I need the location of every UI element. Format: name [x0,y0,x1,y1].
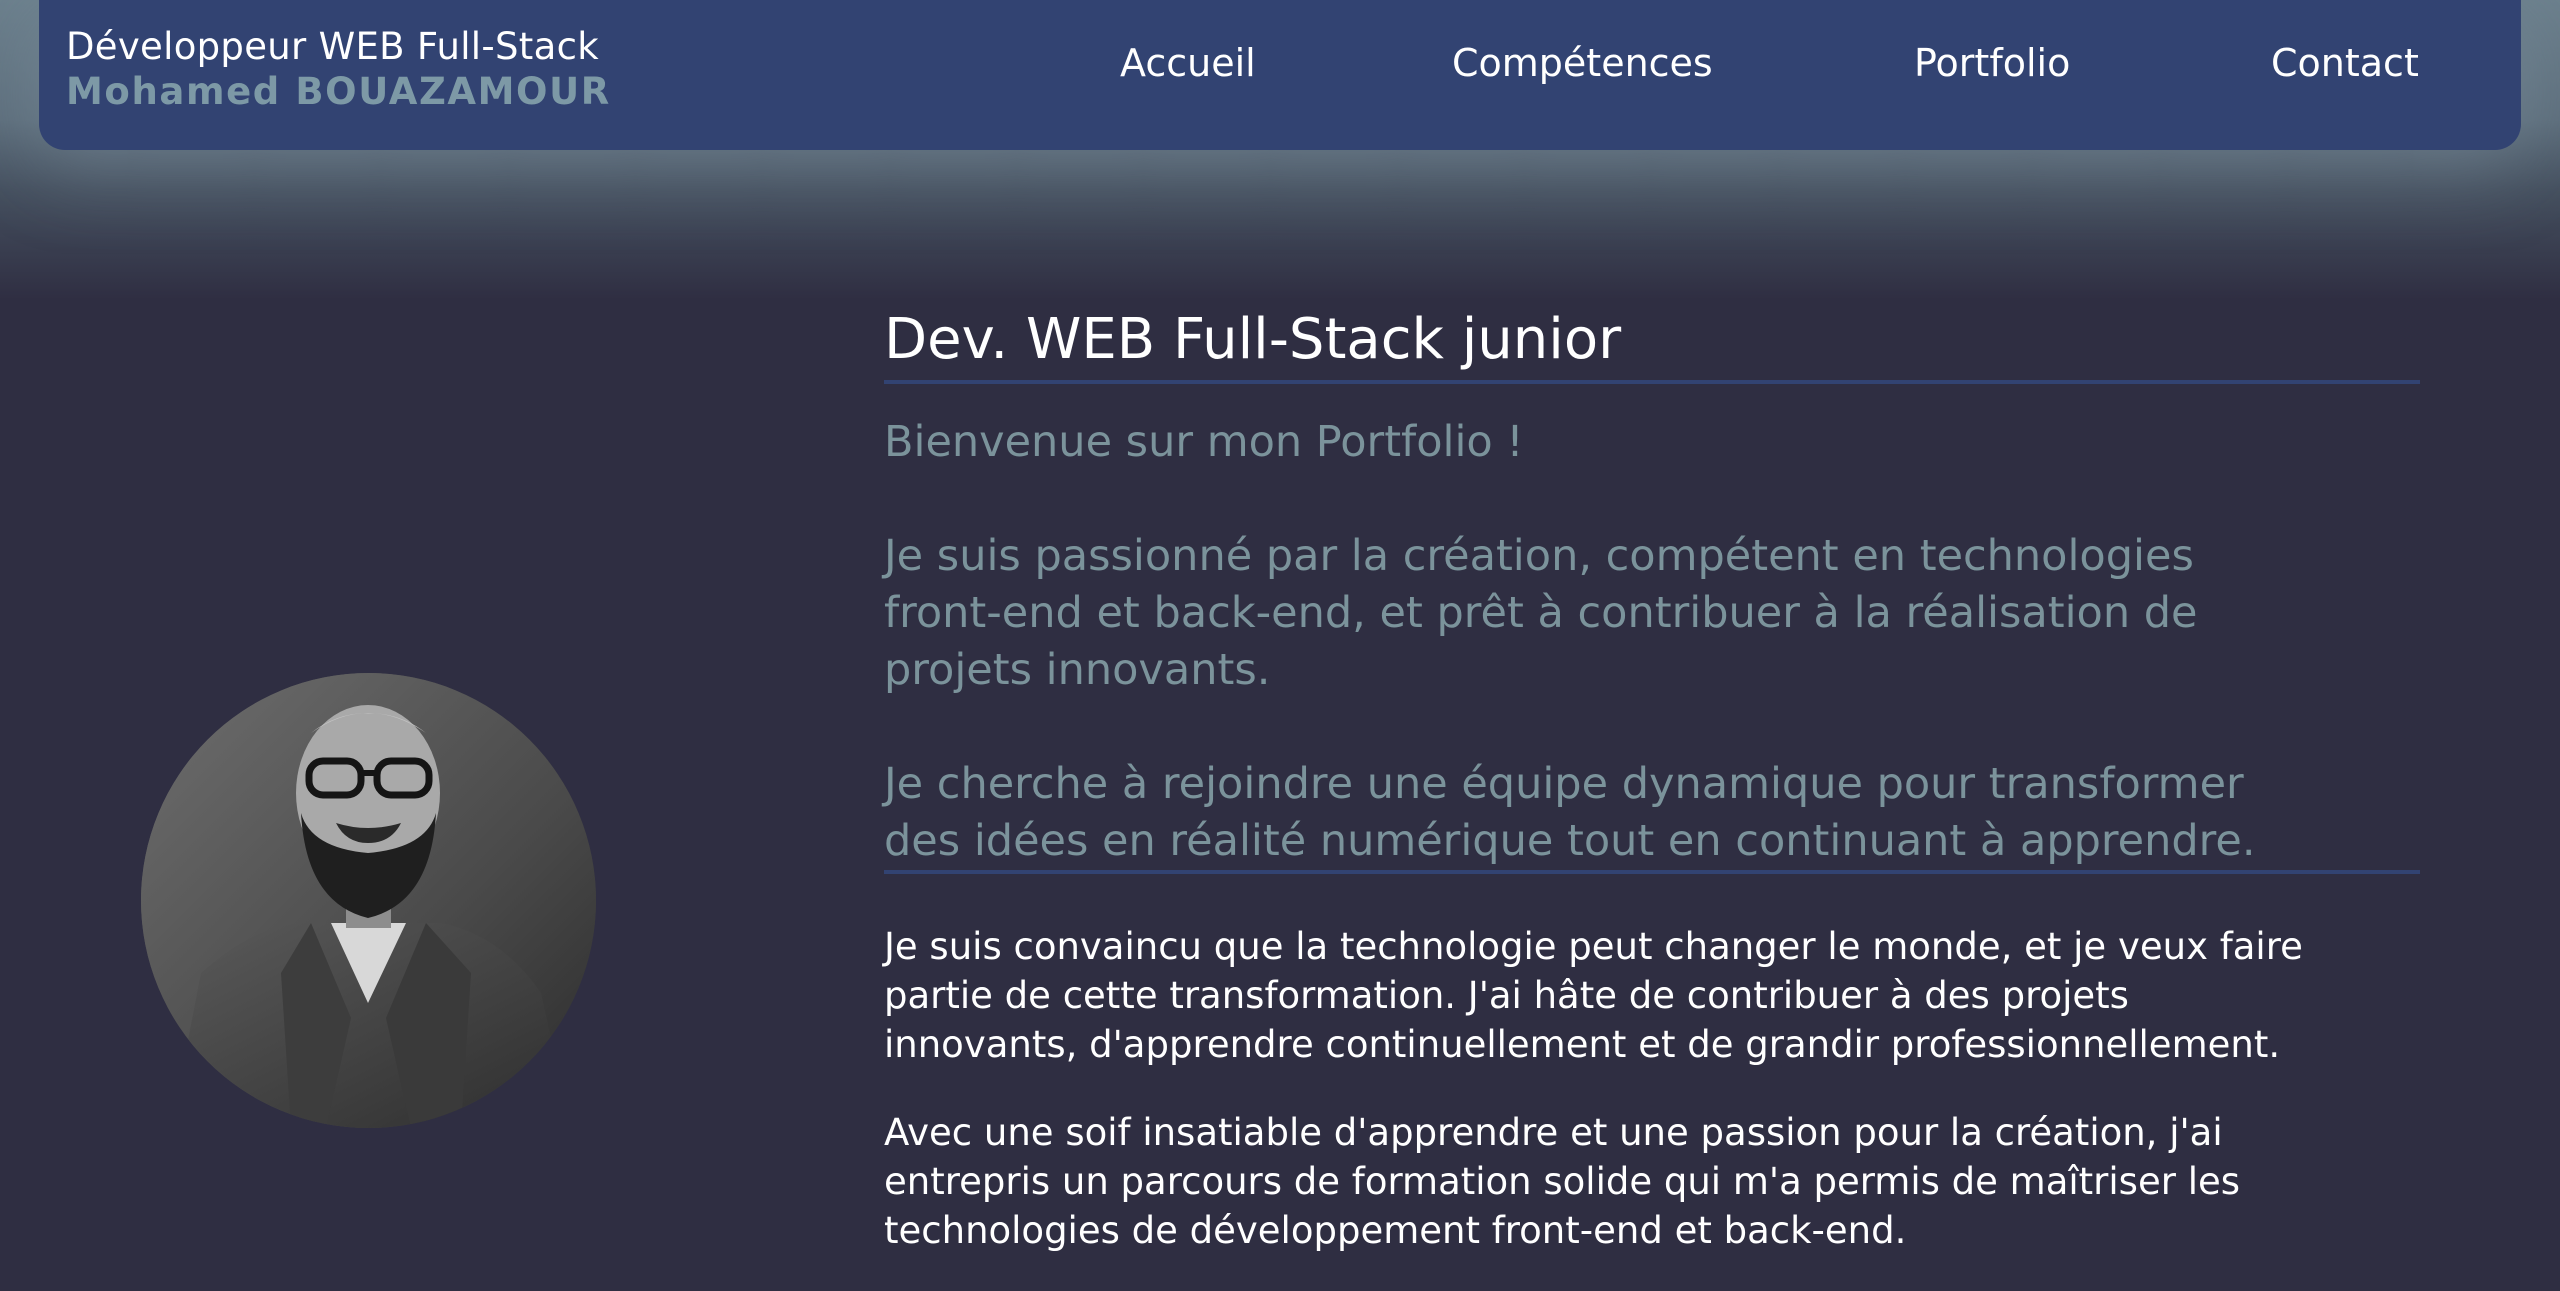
main-content: Dev. WEB Full-Stack junior Bienvenue sur… [884,300,2420,1255]
nav-link-accueil[interactable]: Accueil [1120,38,1256,88]
brand-name: Mohamed BOUAZAMOUR [66,70,611,113]
paragraph-line: innovants, d'apprendre continuellement e… [884,1023,2281,1066]
intro-line: des idées en réalité numérique tout en c… [884,816,2256,866]
profile-photo-icon [141,673,596,1128]
paragraph-line: Je suis convaincu que la technologie peu… [884,925,2303,968]
intro-welcome: Bienvenue sur mon Portfolio ! [884,417,1524,467]
profile-photo [141,673,596,1128]
brand-title: Développeur WEB Full-Stack [66,25,599,68]
page-title: Dev. WEB Full-Stack junior [884,307,1622,372]
paragraph-1: Je suis convaincu que la technologie peu… [884,922,2420,1069]
brand[interactable]: Développeur WEB Full-Stack Mohamed BOUAZ… [66,24,611,114]
navbar: Développeur WEB Full-Stack Mohamed BOUAZ… [39,0,2521,150]
intro-line: Je suis passionné par la création, compé… [884,531,2194,581]
intro-line: front-end et back-end, et prêt à contrib… [884,588,2198,638]
intro-divider [884,870,2420,874]
intro-line: Je cherche à rejoindre une équipe dynami… [884,759,2244,809]
title-divider [884,380,2420,384]
nav-link-portfolio[interactable]: Portfolio [1914,38,2070,88]
nav-link-competences[interactable]: Compétences [1452,38,1713,88]
nav-link-contact[interactable]: Contact [2271,38,2419,88]
intro-line: projets innovants. [884,645,1271,695]
paragraph-line: technologies de développement front-end … [884,1209,1907,1252]
paragraph-line: partie de cette transformation. J'ai hât… [884,974,2129,1017]
paragraph-line: entrepris un parcours de formation solid… [884,1160,2241,1203]
paragraph-2: Avec une soif insatiable d'apprendre et … [884,1108,2420,1255]
paragraph-line: Avec une soif insatiable d'apprendre et … [884,1111,2223,1154]
intro-section: Bienvenue sur mon Portfolio ! Je suis pa… [884,414,2420,870]
